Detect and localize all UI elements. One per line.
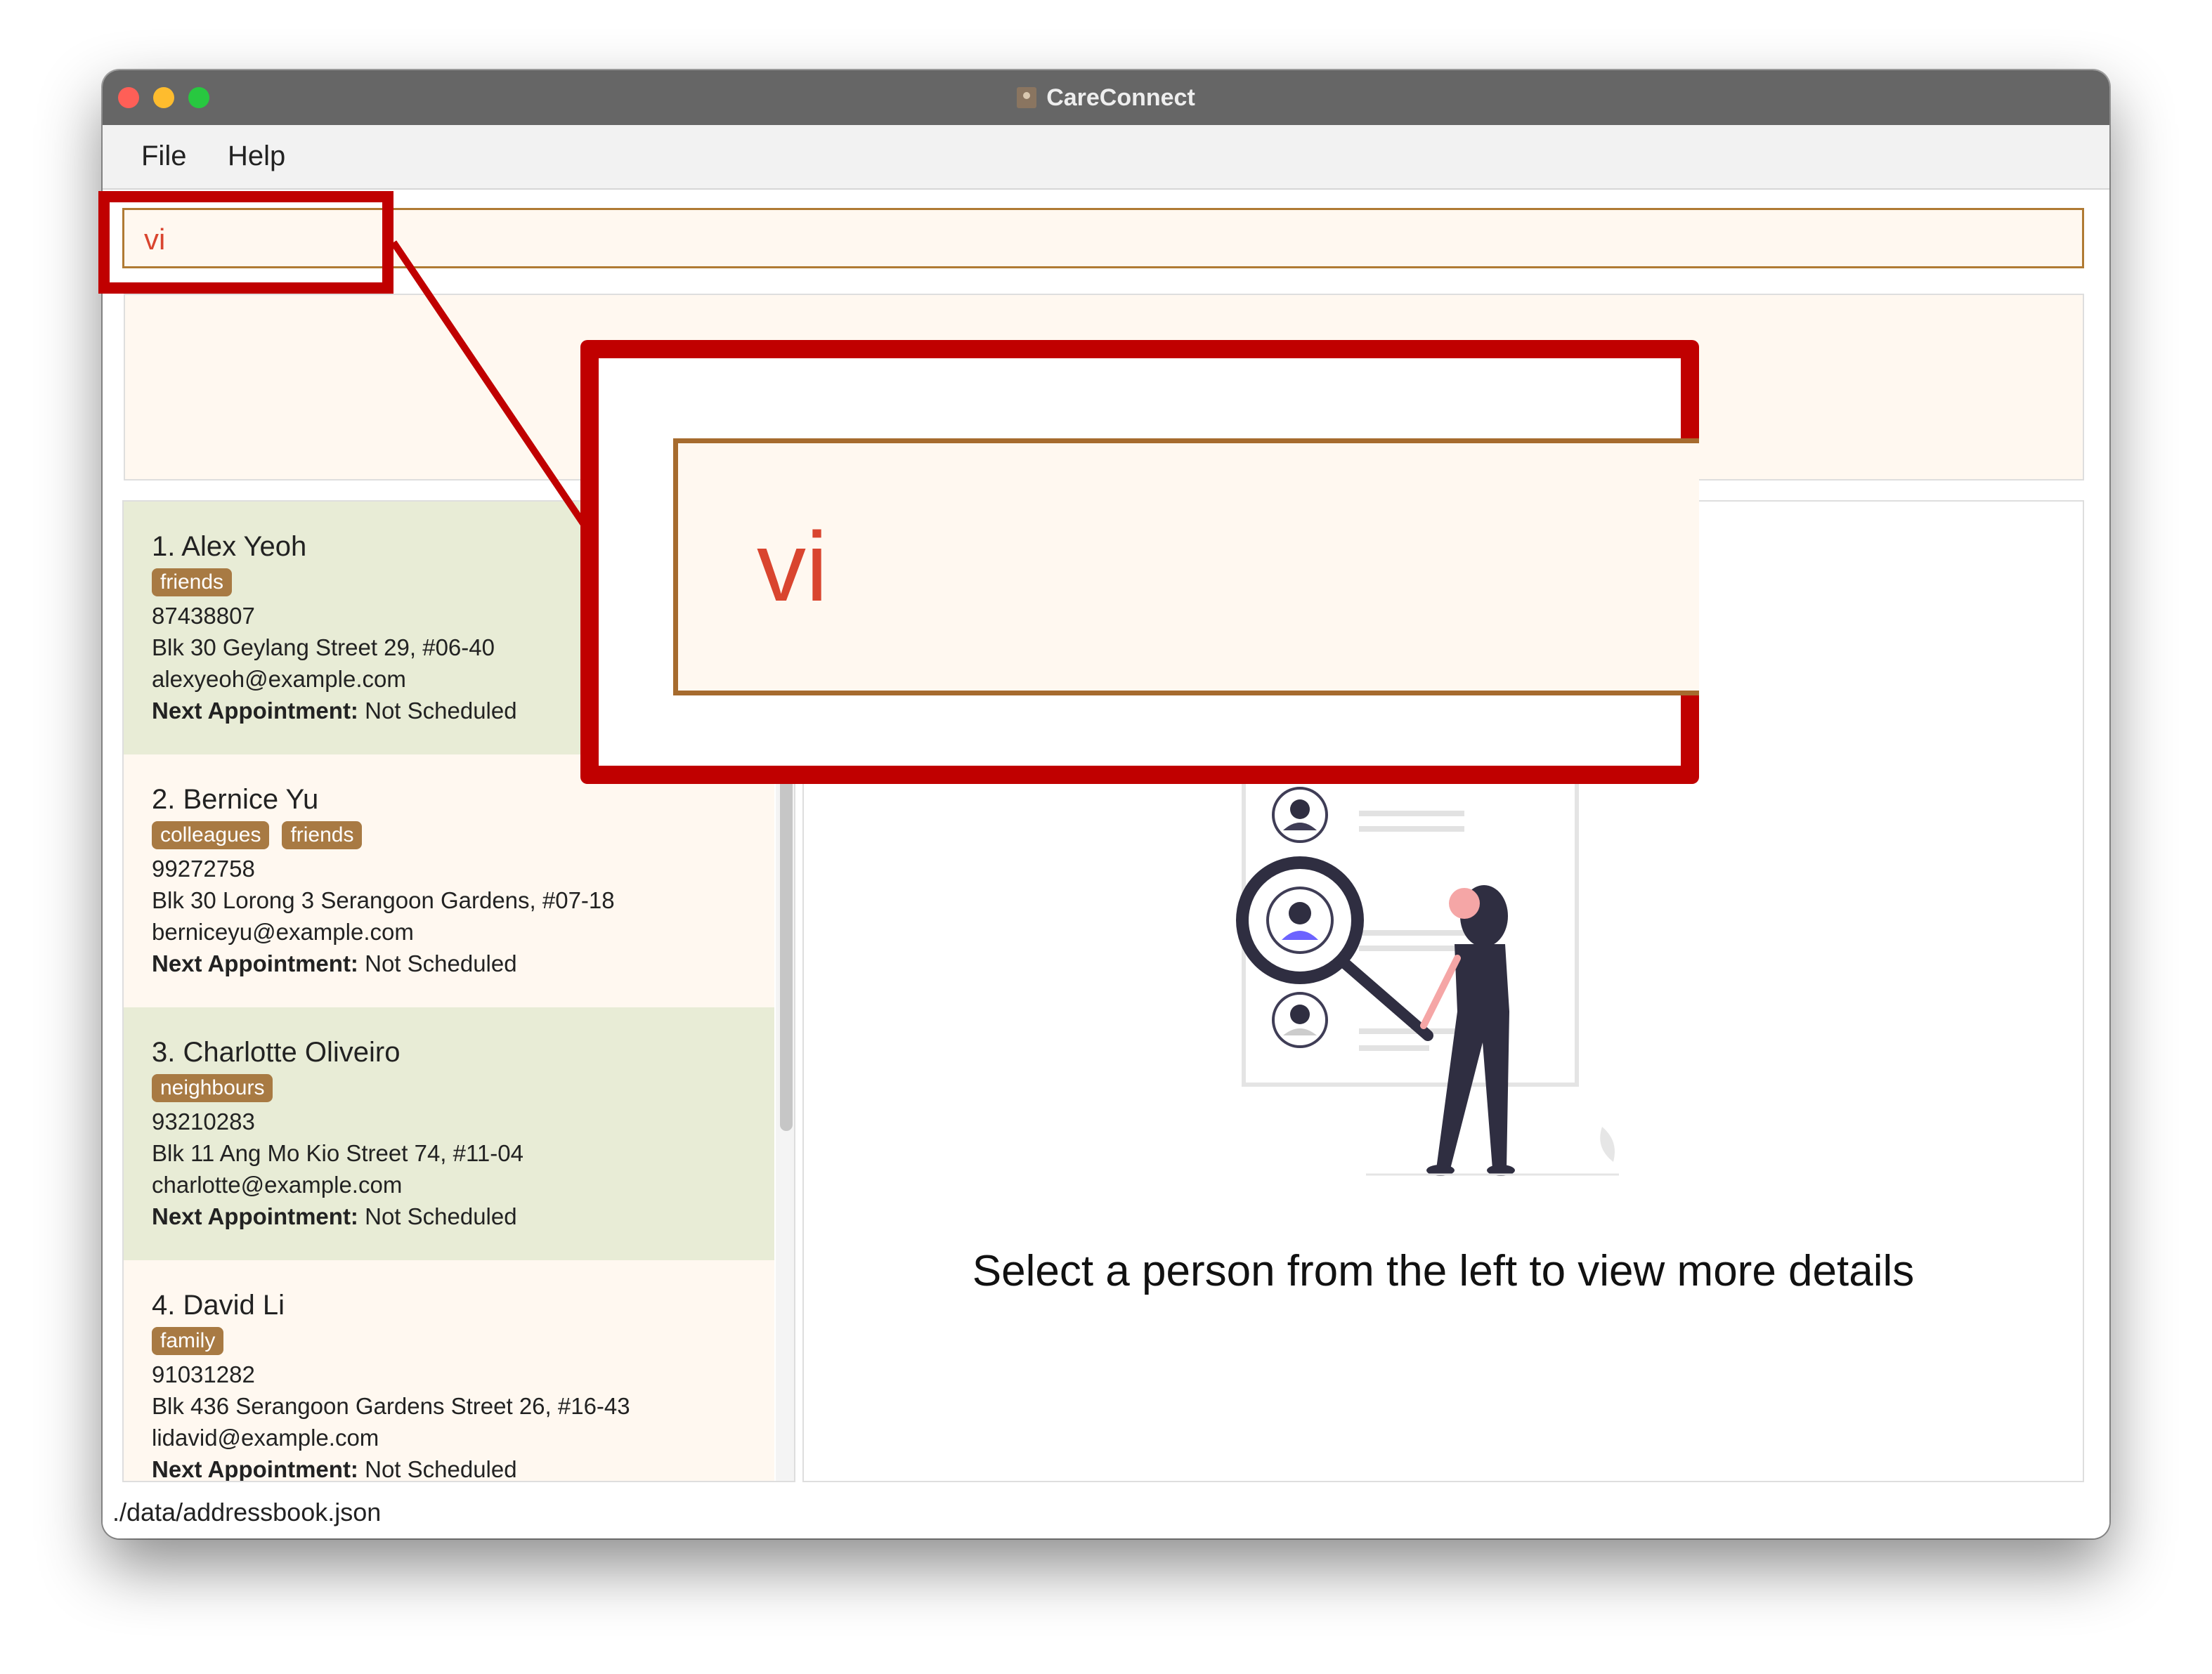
appointment-label: Next Appointment:	[152, 950, 358, 976]
detail-placeholder-message: Select a person from the left to view mo…	[972, 1247, 1915, 1295]
command-input[interactable]: vi	[122, 208, 2084, 268]
menu-bar: File Help	[103, 125, 2109, 190]
appointment-label: Next Appointment:	[152, 1456, 358, 1482]
tag-list: neighbours	[152, 1071, 774, 1106]
appointment-value: Not Scheduled	[365, 1203, 517, 1229]
list-scrollbar-thumb[interactable]	[780, 759, 793, 1131]
appointment-label: Next Appointment:	[152, 698, 358, 724]
status-file-path: ./data/addressbook.json	[112, 1498, 382, 1526]
person-card[interactable]: 4. David Li family 91031282 Blk 436 Sera…	[124, 1260, 774, 1482]
menu-help[interactable]: Help	[228, 140, 285, 172]
tag-list: friends	[152, 565, 774, 600]
tag-list: colleagues friends	[152, 818, 774, 853]
tag: neighbours	[152, 1074, 273, 1102]
appointment-value: Not Scheduled	[365, 950, 517, 976]
title-bar[interactable]: CareConnect	[103, 70, 2109, 125]
person-card[interactable]: 1. Alex Yeoh friends 87438807 Blk 30 Gey…	[124, 502, 774, 754]
window-title-group: CareConnect	[103, 70, 2109, 125]
person-appointment: Next Appointment: Not Scheduled	[152, 1453, 774, 1482]
person-name: 2. Bernice Yu	[152, 784, 319, 815]
person-address: Blk 436 Serangoon Gardens Street 26, #16…	[152, 1393, 630, 1419]
person-appointment: Next Appointment: Not Scheduled	[152, 1201, 774, 1232]
person-phone: 93210283	[152, 1109, 255, 1134]
appointment-value: Not Scheduled	[365, 698, 517, 724]
person-card[interactable]: 3. Charlotte Oliveiro neighbours 9321028…	[124, 1007, 774, 1260]
person-phone: 91031282	[152, 1361, 255, 1387]
person-card[interactable]: 2. Bernice Yu colleagues friends 9927275…	[124, 754, 774, 1007]
window-title: CareConnect	[1046, 84, 1195, 111]
person-name: 4. David Li	[152, 1290, 285, 1321]
appointment-label: Next Appointment:	[152, 1203, 358, 1229]
app-icon	[1017, 87, 1037, 108]
person-phone: 87438807	[152, 603, 255, 629]
person-phone: 99272758	[152, 856, 255, 882]
person-address: Blk 11 Ang Mo Kio Street 74, #11-04	[152, 1140, 523, 1166]
status-bar: ./data/addressbook.json	[103, 1484, 2109, 1538]
person-list[interactable]: 1. Alex Yeoh friends 87438807 Blk 30 Gey…	[122, 500, 795, 1482]
person-search-illustration	[1236, 773, 1619, 1176]
person-name: 1. Alex Yeoh	[152, 531, 307, 562]
menu-file[interactable]: File	[141, 140, 186, 172]
person-address: Blk 30 Lorong 3 Serangoon Gardens, #07-1…	[152, 887, 615, 913]
detail-panel: Select a person from the left to view mo…	[802, 500, 2084, 1482]
person-email: lidavid@example.com	[152, 1425, 379, 1451]
command-input-value: vi	[144, 223, 166, 256]
person-address: Blk 30 Geylang Street 29, #06-40	[152, 634, 495, 660]
tag: friends	[282, 821, 363, 849]
person-name: 3. Charlotte Oliveiro	[152, 1037, 401, 1068]
tag: family	[152, 1327, 224, 1355]
person-appointment: Next Appointment: Not Scheduled	[152, 695, 774, 726]
app-window: CareConnect File Help vi 1. Alex Yeoh fr…	[103, 70, 2109, 1538]
person-email: berniceyu@example.com	[152, 919, 414, 945]
tag: friends	[152, 568, 233, 596]
tag: colleagues	[152, 821, 270, 849]
result-display	[124, 294, 2084, 480]
tag-list: family	[152, 1323, 774, 1359]
person-email: alexyeoh@example.com	[152, 666, 406, 692]
person-email: charlotte@example.com	[152, 1172, 403, 1198]
person-appointment: Next Appointment: Not Scheduled	[152, 948, 774, 979]
appointment-value: Not Scheduled	[365, 1456, 517, 1482]
